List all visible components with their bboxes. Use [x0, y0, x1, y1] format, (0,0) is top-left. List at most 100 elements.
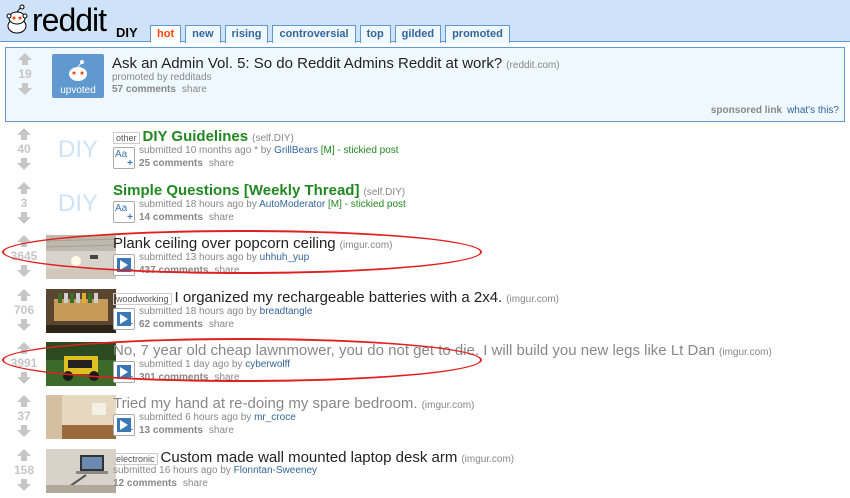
post-title[interactable]: No, 7 year old cheap lawnmower, you do n… [113, 342, 715, 359]
expand-image-button[interactable]: + [113, 414, 135, 436]
tab-gilded[interactable]: gilded [394, 25, 442, 43]
post-title[interactable]: Tried my hand at re-doing my spare bedro… [113, 395, 418, 412]
tab-hot[interactable]: hot [150, 25, 182, 43]
downvote-arrow-icon[interactable] [17, 265, 31, 277]
post-flair: other [113, 132, 140, 145]
post-score: 706 [13, 303, 35, 317]
post-tagline: submitted 1 day ago by cyberwolff [139, 359, 291, 370]
comments-link[interactable]: 301 comments [139, 372, 208, 383]
post-domain[interactable]: (imgur.com) [719, 347, 772, 358]
comments-link[interactable]: 14 comments [139, 212, 203, 223]
post-thumbnail[interactable] [46, 342, 116, 386]
tab-rising[interactable]: rising [224, 25, 269, 43]
post-title[interactable]: Simple Questions [Weekly Thread] [113, 182, 359, 199]
upvote-arrow-icon[interactable] [17, 182, 31, 194]
reddit-logo[interactable]: reddit [2, 2, 107, 38]
post-score: 37 [17, 409, 31, 423]
upvote-arrow-icon[interactable] [17, 289, 31, 301]
expand-image-button[interactable]: + [113, 308, 135, 330]
post-item: 3991 No, 7 year old cheap lawnmower, you… [0, 342, 850, 388]
post-score: 3991 [10, 356, 38, 370]
whats-this-link[interactable]: what's this? [787, 105, 839, 116]
author-link[interactable]: mr_croce [254, 412, 296, 423]
downvote-arrow-icon[interactable] [17, 425, 31, 437]
vote-box: 19 [12, 53, 38, 95]
share-link[interactable]: share [183, 478, 208, 489]
upvote-arrow-icon[interactable] [17, 449, 31, 461]
post-buttons: 301 comments share [139, 372, 240, 383]
author-link[interactable]: Flonntan-Sweeney [234, 465, 317, 476]
upvote-arrow-icon[interactable] [17, 395, 31, 407]
downvote-arrow-icon[interactable] [17, 158, 31, 170]
share-link[interactable]: share [209, 319, 234, 330]
post-domain[interactable]: (self.DIY) [252, 133, 294, 144]
vote-box: 158 [8, 449, 40, 491]
post-domain[interactable]: (imgur.com) [340, 240, 393, 251]
upvote-arrow-icon[interactable] [17, 128, 31, 140]
downvote-arrow-icon[interactable] [17, 212, 31, 224]
post-buttons: 62 comments share [139, 319, 234, 330]
author-link[interactable]: AutoModerator [259, 199, 325, 210]
post-domain[interactable]: (reddit.com) [506, 60, 559, 71]
post-title[interactable]: I organized my rechargeable batteries wi… [175, 289, 503, 306]
comments-link[interactable]: 437 comments [139, 265, 208, 276]
author-link[interactable]: cyberwolff [245, 359, 290, 370]
post-domain[interactable]: (imgur.com) [422, 400, 475, 411]
expand-image-button[interactable]: + [113, 254, 135, 276]
post-title[interactable]: Ask an Admin Vol. 5: So do Reddit Admins… [112, 55, 502, 72]
comments-link[interactable]: 25 comments [139, 158, 203, 169]
comments-link[interactable]: 12 comments [113, 478, 177, 489]
vote-box: 3991 [8, 342, 40, 384]
tab-promoted[interactable]: promoted [445, 25, 510, 43]
comments-link[interactable]: 62 comments [139, 319, 203, 330]
tab-new[interactable]: new [185, 25, 221, 43]
post-title[interactable]: DIY Guidelines [143, 128, 249, 145]
share-link[interactable]: share [209, 158, 234, 169]
post-thumbnail[interactable] [46, 449, 116, 493]
text-post-icon: Aa [115, 149, 128, 160]
tab-controversial[interactable]: controversial [272, 25, 356, 43]
expand-text-button[interactable]: Aa + [113, 201, 135, 223]
sort-tabs: hot new rising controversial top gilded … [150, 25, 510, 43]
sponsored-label: sponsored link [710, 105, 782, 116]
upvote-arrow-icon[interactable] [18, 53, 32, 65]
tab-top[interactable]: top [359, 25, 391, 43]
upvote-arrow-icon[interactable] [17, 235, 31, 247]
post-domain[interactable]: (imgur.com) [506, 294, 559, 305]
thumbnail-label: upvoted [60, 85, 96, 96]
post-thumbnail[interactable]: upvoted [52, 54, 104, 98]
post-thumbnail[interactable] [46, 289, 116, 333]
author-link[interactable]: breadtangle [260, 306, 313, 317]
expand-text-button[interactable]: Aa + [113, 147, 135, 169]
self-post-thumbnail[interactable]: DIY [58, 136, 98, 164]
downvote-arrow-icon[interactable] [17, 319, 31, 331]
post-title[interactable]: Plank ceiling over popcorn ceiling [113, 235, 336, 252]
share-link[interactable]: share [182, 84, 207, 95]
downvote-arrow-icon[interactable] [17, 372, 31, 384]
subreddit-name[interactable]: DIY [116, 25, 138, 40]
post-item: 3 DIY Simple Questions [Weekly Thread] (s… [0, 182, 850, 228]
self-post-thumbnail[interactable]: DIY [58, 190, 98, 218]
downvote-arrow-icon[interactable] [18, 83, 32, 95]
comments-link[interactable]: 13 comments [139, 425, 203, 436]
downvote-arrow-icon[interactable] [17, 479, 31, 491]
share-link[interactable]: share [214, 265, 239, 276]
post-title[interactable]: Custom made wall mounted laptop desk arm [161, 449, 458, 466]
share-link[interactable]: share [209, 425, 234, 436]
post-buttons: 14 comments share [139, 212, 234, 223]
reddit-wordmark: reddit [32, 2, 107, 38]
post-thumbnail[interactable] [46, 395, 116, 439]
share-link[interactable]: share [214, 372, 239, 383]
post-domain[interactable]: (self.DIY) [363, 187, 405, 198]
share-link[interactable]: share [209, 212, 234, 223]
comments-link[interactable]: 57 comments [112, 84, 176, 95]
author-link[interactable]: GrillBears [274, 145, 318, 156]
post-score: 40 [17, 142, 31, 156]
ceiling-photo-thumbnail [46, 235, 116, 279]
expand-image-button[interactable]: + [113, 361, 135, 383]
author-link[interactable]: uhhuh_yup [260, 252, 310, 263]
post-domain[interactable]: (imgur.com) [461, 454, 514, 465]
post-buttons: 25 comments share [139, 158, 234, 169]
upvote-arrow-icon[interactable] [17, 342, 31, 354]
post-thumbnail[interactable] [46, 235, 116, 279]
